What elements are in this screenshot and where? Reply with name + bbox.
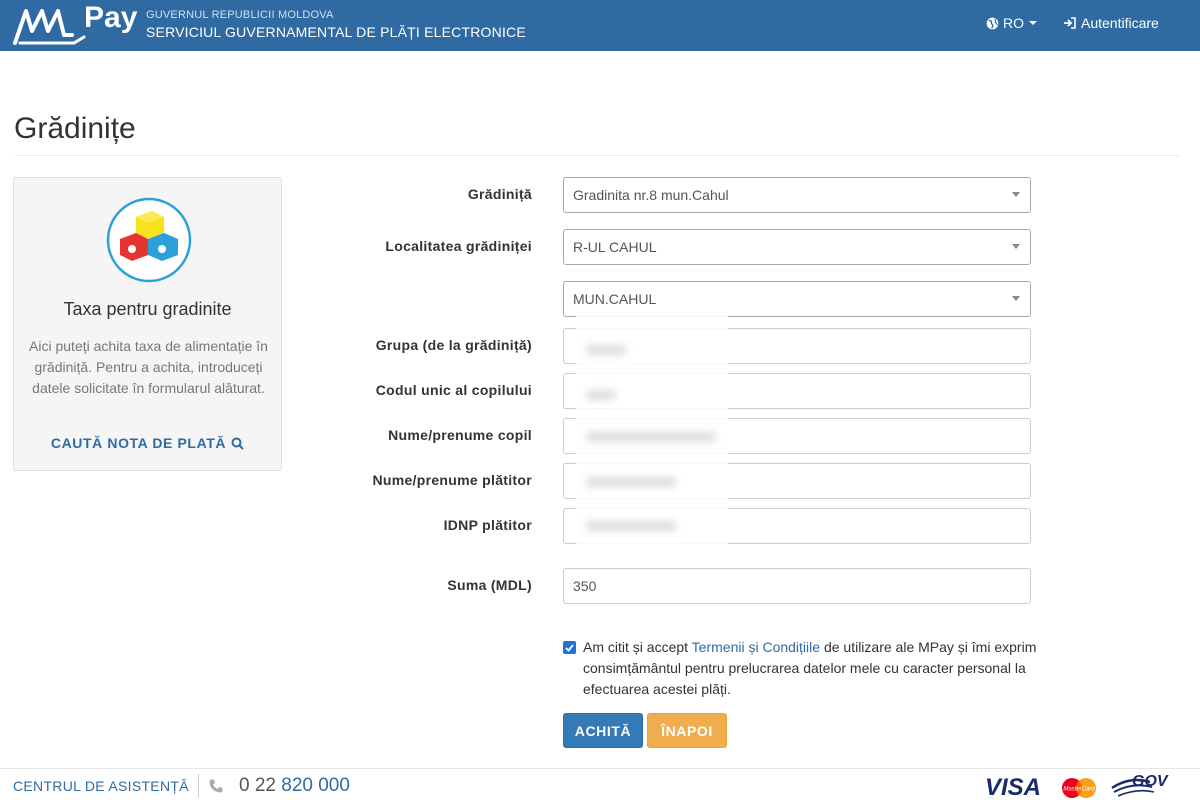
login-link[interactable]: Autentificare [1063,15,1159,31]
locality-label: Localitatea grădiniței [385,238,532,254]
phone-number: 820 000 [281,775,350,796]
logo-text: Pay [84,1,138,34]
blurred-text [586,432,716,442]
chevron-down-icon [1029,21,1037,25]
blurred-text [586,390,616,400]
top-header: Pay GUVERNUL REPUBLICII MOLDOVA SERVICIU… [0,0,1200,51]
amount-value: 350 [573,578,597,594]
city-select[interactable]: MUN.CAHUL [563,281,1031,317]
title-divider [14,155,1180,156]
chevron-down-icon [1012,296,1020,301]
amount-input[interactable]: 350 [563,568,1031,604]
panel-description: Aici puteți achita taxa de alimentație î… [29,338,268,396]
blurred-text [586,345,626,355]
terms-before: Am citit și accept [583,639,692,655]
panel-title: Taxa pentru gradinite [63,299,232,319]
phone-prefix: 0 22 [239,775,282,796]
privacy-blur-overlay [576,315,728,560]
group-label: Grupa (de la grădiniță) [375,337,532,353]
find-invoice-link[interactable]: CAUTĂ NOTA DE PLATĂ [14,435,281,451]
kindergarten-value: Gradinita nr.8 mun.Cahul [573,187,729,203]
gov-text: GOV [1132,773,1169,790]
terms-link[interactable]: Termenii și Condițiile [692,639,820,655]
payer-name-label: Nume/prenume plătitor [372,472,532,488]
mastercard-text: MasterCard [1063,787,1095,793]
find-invoice-label: CAUTĂ NOTA DE PLATĂ [50,435,227,451]
terms-text: Am citit și accept Termenii și Condițiil… [583,637,1038,700]
service-title: SERVICIUL GUVERNAMENTAL DE PLĂȚI ELECTRO… [146,24,526,40]
payer-idnp-label: IDNP plătitor [443,517,532,533]
help-center-link[interactable]: CENTRUL DE ASISTENȚĂ [13,778,189,794]
child-name-label: Nume/prenume copil [388,427,532,443]
language-label: RO [1003,15,1024,31]
city-value: MUN.CAHUL [573,291,657,307]
amount-label: Suma (MDL) [447,577,532,593]
mastercard-logo: MasterCard [1060,777,1098,800]
service-info-panel: Taxa pentru gradinite Aici puteți achita… [13,177,282,471]
globe-icon [986,17,999,29]
gov-logo: GOV [1110,772,1176,800]
footer-divider [0,768,1200,769]
government-title: GUVERNUL REPUBLICII MOLDOVA SERVICIUL GU… [146,9,526,42]
district-value: R-UL CAHUL [573,239,657,255]
language-selector[interactable]: RO [986,15,1037,31]
kindergarten-label: Grădiniță [467,186,532,202]
chevron-down-icon [1012,244,1020,249]
support-phone[interactable]: 0 22 820 000 [239,775,350,797]
blurred-text [586,477,676,487]
toy-blocks-icon [106,197,192,283]
sign-in-icon [1064,17,1076,29]
phone-icon [208,778,224,799]
login-label: Autentificare [1081,15,1159,31]
mpay-logo[interactable]: Pay [12,1,137,47]
pay-button[interactable]: ACHITĂ [563,713,643,748]
kindergarten-select[interactable]: Gradinita nr.8 mun.Cahul [563,177,1031,213]
search-icon [231,437,244,450]
visa-logo: VISA [985,774,1042,800]
district-select[interactable]: R-UL CAHUL [563,229,1031,265]
footer-separator [198,774,199,798]
back-button[interactable]: ÎNAPOI [647,713,727,748]
page-title: Grădinițe [14,112,136,145]
terms-checkbox[interactable] [563,641,576,654]
chevron-down-icon [1012,192,1020,197]
child-code-label: Codul unic al copilului [375,382,532,398]
check-icon [565,643,574,652]
gov-subtitle: GUVERNUL REPUBLICII MOLDOVA [146,9,334,21]
blurred-text [586,521,676,531]
